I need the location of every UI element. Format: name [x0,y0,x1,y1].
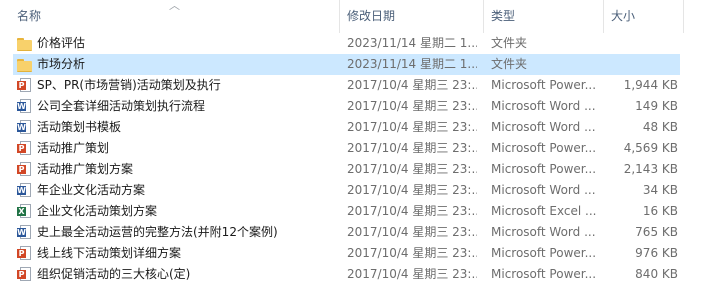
file-row[interactable]: P 活动推广策划方案 2017/10/4 星期三 23:... Microsoft P… [0,159,709,180]
file-date-modified: 2017/10/4 星期三 23:... [347,141,477,155]
file-type: Microsoft Word ... [491,225,596,239]
file-size: 1,944 KB [623,78,678,92]
column-header-name[interactable]: 名称 [17,0,41,33]
column-header-type[interactable]: 类型 [491,0,515,33]
powerpoint-file-icon: P [17,162,32,177]
file-size: 16 KB [642,204,678,218]
column-header: 名称 ︿ 修改日期 类型 大小 [0,0,709,33]
file-type: Microsoft Word ... [491,99,596,113]
file-date-modified: 2017/10/4 星期三 23:... [347,204,477,218]
file-size [606,54,678,75]
file-size: 149 KB [635,99,678,113]
file-name: 活动推广策划方案 [37,162,134,176]
file-date-modified: 2017/10/4 星期三 23:... [347,246,477,260]
file-row[interactable]: W 公司全套详细活动策划执行流程 2017/10/4 星期三 23:... Micro… [0,96,709,117]
powerpoint-file-icon: P [17,267,32,282]
file-date-modified: 2017/10/4 星期三 23:... [347,225,477,239]
column-divider[interactable] [483,0,484,33]
file-type: Microsoft Power... [491,162,597,176]
powerpoint-file-icon: P [17,78,32,93]
file-row[interactable]: X 企业文化活动策划方案 2017/10/4 星期三 23:... Microsoft… [0,201,709,222]
file-type: Microsoft Word ... [491,183,596,197]
file-size [606,33,678,54]
file-name: 史上最全活动运营的完整方法(并附12个案例) [37,225,278,239]
file-row[interactable]: P 活动推广策划 2017/10/4 星期三 23:... Microsoft Pow… [0,138,709,159]
word-file-icon: W [17,120,32,135]
file-date-modified: 2017/10/4 星期三 23:... [347,162,477,176]
folder-icon [17,36,32,51]
file-row[interactable]: W 活动策划书模板 2017/10/4 星期三 23:... Microsoft Wo… [0,117,709,138]
file-date-modified: 2017/10/4 星期三 23:... [347,78,477,92]
file-type: 文件夹 [491,36,528,50]
powerpoint-file-icon: P [17,246,32,261]
file-name: 企业文化活动策划方案 [37,204,158,218]
column-divider[interactable] [683,0,684,33]
file-date-modified: 2023/11/14 星期二 1... [347,57,477,71]
file-date-modified: 2017/10/4 星期三 23:... [347,99,477,113]
file-size: 976 KB [635,246,678,260]
file-date-modified: 2017/10/4 星期三 23:... [347,120,477,134]
file-list: 价格评估 2023/11/14 星期二 1... 文件夹 市场分析 2023/11/14… [0,33,709,285]
file-type: Microsoft Power... [491,141,597,155]
folder-icon [17,57,32,72]
file-name: 组织促销活动的三大核心(定) [37,267,191,281]
file-size: 34 KB [642,183,678,197]
word-file-icon: W [17,99,32,114]
file-row[interactable]: W 史上最全活动运营的完整方法(并附12个案例) 2017/10/4 星期三 23:… [0,222,709,243]
file-type: Microsoft Power... [491,267,597,281]
file-row[interactable]: P 组织促销活动的三大核心(定) 2017/10/4 星期三 23:... Micro… [0,264,709,285]
file-date-modified: 2017/10/4 星期三 23:... [347,183,477,197]
file-name: 市场分析 [37,57,86,71]
powerpoint-file-icon: P [17,141,32,156]
file-row[interactable]: P 线上线下活动策划详细方案 2017/10/4 星期三 23:... Microso… [0,243,709,264]
file-name: 年企业文化活动方案 [37,183,146,197]
file-size: 765 KB [635,225,678,239]
column-divider[interactable] [603,0,604,33]
file-row[interactable]: W 年企业文化活动方案 2017/10/4 星期三 23:... Microsoft … [0,180,709,201]
word-file-icon: W [17,183,32,198]
sort-up-icon: ︿ [169,0,180,12]
file-date-modified: 2023/11/14 星期二 1... [347,36,477,50]
file-row[interactable]: 市场分析 2023/11/14 星期二 1... 文件夹 [0,54,709,75]
file-name: 公司全套详细活动策划执行流程 [37,99,206,113]
word-file-icon: W [17,225,32,240]
file-name: 线上线下活动策划详细方案 [37,246,182,260]
file-row[interactable]: P SP、PR(市场营销)活动策划及执行 2017/10/4 星期三 23:... M… [0,75,709,96]
column-divider[interactable] [339,0,340,33]
file-type: Microsoft Power... [491,78,597,92]
file-type: Microsoft Power... [491,246,597,260]
file-date-modified: 2017/10/4 星期三 23:... [347,267,477,281]
column-header-date[interactable]: 修改日期 [347,0,395,33]
file-size: 48 KB [642,120,678,134]
file-row[interactable]: 价格评估 2023/11/14 星期二 1... 文件夹 [0,33,709,54]
file-name: SP、PR(市场营销)活动策划及执行 [37,78,221,92]
file-type: 文件夹 [491,57,528,71]
excel-file-icon: X [17,204,32,219]
file-name: 活动推广策划 [37,141,110,155]
file-type: Microsoft Excel ... [491,204,597,218]
file-name: 价格评估 [37,36,86,50]
file-size: 2,143 KB [623,162,678,176]
file-size: 4,569 KB [623,141,678,155]
column-header-size[interactable]: 大小 [611,0,635,33]
file-name: 活动策划书模板 [37,120,122,134]
file-size: 840 KB [635,267,678,281]
file-type: Microsoft Word ... [491,120,596,134]
